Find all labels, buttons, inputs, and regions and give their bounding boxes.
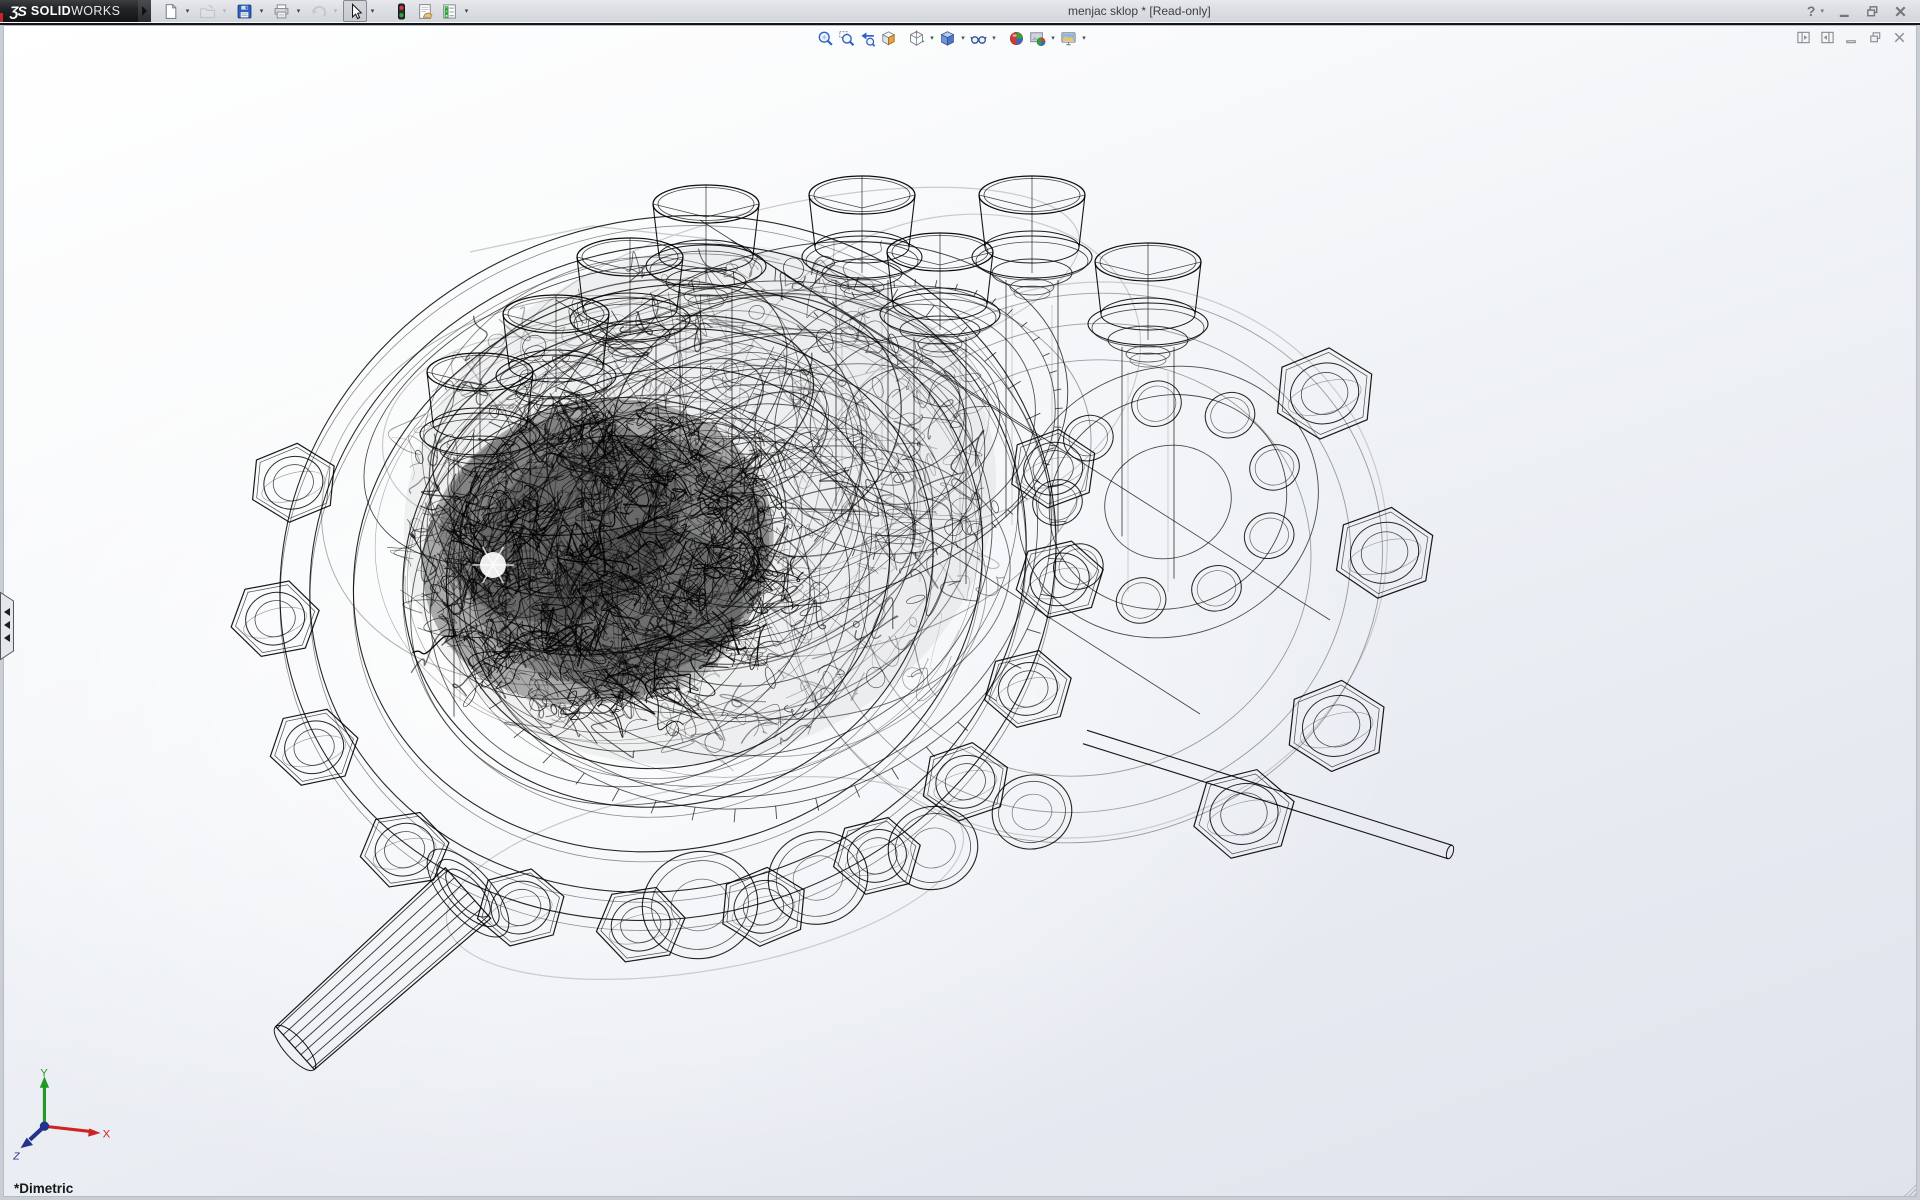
minimize-document-button[interactable] (1844, 30, 1859, 45)
wireframe-assembly-model (3, 25, 1917, 1197)
select-button[interactable] (343, 0, 367, 22)
solidworks-logo: ƷS SOLID WORKS (0, 0, 138, 22)
undo-button[interactable] (306, 0, 330, 22)
print-dropdown[interactable]: ▾ (293, 1, 304, 21)
view-orientation-button[interactable] (906, 29, 927, 48)
close-document-icon (1892, 30, 1907, 45)
document-title: menjac sklop * [Read-only] (1068, 4, 1211, 18)
new-document-icon (162, 3, 179, 20)
previous-view-icon (859, 30, 876, 47)
save-button[interactable] (232, 0, 256, 22)
view-orientation-label: *Dimetric (14, 1181, 73, 1196)
help-icon: ? (1807, 3, 1816, 19)
zoom-to-fit-icon (817, 30, 834, 47)
window-controls: ?▾ (1807, 0, 1908, 22)
close-window-icon (1893, 4, 1908, 19)
help-dropdown[interactable]: ▾ (1820, 7, 1824, 15)
headsup-view-toolbar: ▾ ▾ ▾ ▾ ▾ (815, 28, 1089, 48)
zoom-to-fit-button[interactable] (815, 29, 836, 48)
print-button[interactable] (269, 0, 293, 22)
open-icon (199, 3, 216, 20)
apply-scene-button[interactable] (1027, 29, 1048, 48)
file-properties-button[interactable] (413, 0, 437, 22)
undo-icon (310, 3, 327, 20)
view-orientation-dropdown[interactable]: ▾ (927, 29, 937, 48)
titlebar: ƷS SOLID WORKS ▾ ▾ ▾ ▾ ▾ ▾ ▾ menjac sklop * [R… (0, 0, 1920, 22)
edit-appearance-icon (1008, 30, 1025, 47)
options-icon (441, 3, 458, 20)
main-toolbar: ▾ ▾ ▾ ▾ ▾ ▾ ▾ (158, 1, 474, 21)
print-icon (273, 3, 290, 20)
show-pane-right-button[interactable] (1820, 30, 1835, 45)
show-pane-right-icon (1820, 30, 1835, 45)
hide-show-items-button[interactable] (968, 29, 989, 48)
brand-solid: SOLID (31, 4, 71, 18)
new-document-button[interactable] (158, 0, 182, 22)
apply-scene-dropdown[interactable]: ▾ (1048, 29, 1058, 48)
new-document-dropdown[interactable]: ▾ (182, 1, 193, 21)
zoom-to-area-icon (838, 30, 855, 47)
rebuild-button[interactable] (389, 0, 413, 22)
open-dropdown[interactable]: ▾ (219, 1, 230, 21)
close-document-button[interactable] (1892, 30, 1907, 45)
apply-scene-icon (1029, 30, 1046, 47)
select-dropdown[interactable]: ▾ (367, 1, 378, 21)
left-edge-accent (0, 13, 3, 22)
resize-grip[interactable] (1903, 1183, 1917, 1197)
view-settings-button[interactable] (1058, 29, 1079, 48)
display-style-dropdown[interactable]: ▾ (958, 29, 968, 48)
select-icon (347, 3, 364, 20)
file-properties-icon (417, 3, 434, 20)
svg-text:Y: Y (40, 1068, 48, 1079)
rebuild-icon (393, 3, 410, 20)
svg-text:Z: Z (12, 1152, 20, 1163)
minimize-document-icon (1844, 30, 1859, 45)
section-view-icon (880, 30, 897, 47)
close-window-button[interactable] (1893, 4, 1908, 19)
brand-works: WORKS (71, 4, 120, 18)
document-window-controls (1796, 30, 1907, 45)
edit-appearance-button[interactable] (1006, 29, 1027, 48)
hide-show-items-icon (970, 30, 987, 47)
restore-window-icon (1865, 4, 1880, 19)
restore-document-button[interactable] (1868, 30, 1883, 45)
titlebar-separator (0, 22, 1920, 25)
svg-text:X: X (103, 1129, 111, 1141)
minimize-window-button[interactable] (1837, 4, 1852, 19)
options-button[interactable] (437, 0, 461, 22)
show-pane-left-button[interactable] (1796, 30, 1811, 45)
previous-view-button[interactable] (857, 29, 878, 48)
graphics-viewport[interactable]: ▾ ▾ ▾ ▾ ▾ Y X Z *Dimetric (3, 25, 1917, 1197)
show-pane-left-icon (1796, 30, 1811, 45)
section-view-button[interactable] (878, 29, 899, 48)
options-dropdown[interactable]: ▾ (461, 1, 472, 21)
solidworks-logo-mark: ƷS (10, 3, 26, 19)
view-settings-icon (1060, 30, 1077, 47)
feature-manager-collapsed-tab[interactable] (0, 592, 15, 660)
minimize-window-icon (1837, 4, 1852, 19)
open-button[interactable] (195, 0, 219, 22)
save-icon (236, 3, 253, 20)
view-orientation-icon (908, 30, 925, 47)
right-triangle-icon (142, 6, 147, 16)
zoom-to-area-button[interactable] (836, 29, 857, 48)
display-style-button[interactable] (937, 29, 958, 48)
restore-document-icon (1868, 30, 1883, 45)
hide-show-items-dropdown[interactable]: ▾ (989, 29, 999, 48)
menu-flyout-arrow[interactable] (138, 0, 151, 22)
save-dropdown[interactable]: ▾ (256, 1, 267, 21)
display-style-icon (939, 30, 956, 47)
restore-window-button[interactable] (1865, 4, 1880, 19)
undo-dropdown[interactable]: ▾ (330, 1, 341, 21)
help-button[interactable]: ? (1807, 3, 1816, 19)
view-settings-dropdown[interactable]: ▾ (1079, 29, 1089, 48)
orientation-triad: Y X Z (7, 1068, 111, 1172)
